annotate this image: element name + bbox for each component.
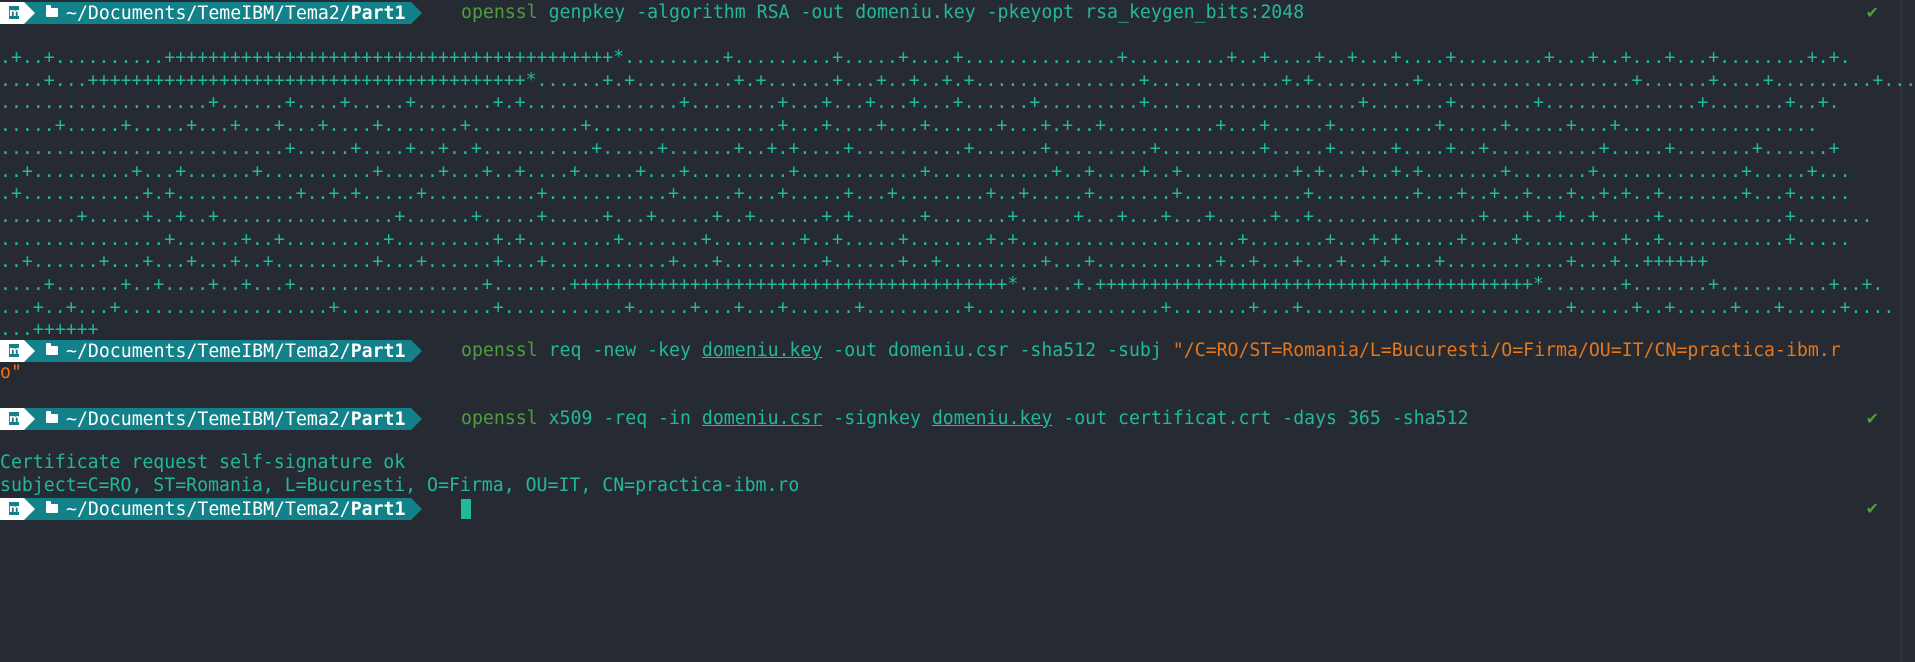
command-args: genpkey -algorithm RSA -out domeniu.key … [537, 2, 1305, 23]
path-leaf: Part1 [350, 408, 406, 430]
output-line: ...+..+...+...................+.........… [0, 296, 1895, 318]
output-line: .......+.....+..+..+................+...… [0, 205, 1873, 227]
text-cursor[interactable] [461, 499, 471, 519]
status-check-icon: ✔ [1865, 499, 1879, 518]
path-segment: ~/Documents/TemeIBM/Tema2/Part1 [24, 498, 412, 520]
os-segment: m [0, 2, 24, 24]
command-name: openssl [461, 2, 538, 23]
output-line: ....+...++++++++++++++++++++++++++++++++… [0, 69, 1915, 91]
terminal-window[interactable]: m ~/Documents/TemeIBM/Tema2/Part1 openss… [0, 0, 1915, 662]
path-prefix: ~/Documents/TemeIBM/Tema2/ [66, 2, 351, 24]
folder-icon [46, 410, 58, 423]
path-prefix: ~/Documents/TemeIBM/Tema2/ [66, 498, 351, 520]
prompt-4: m ~/Documents/TemeIBM/Tema2/Part1 [0, 498, 423, 520]
manjaro-icon: m [9, 412, 21, 425]
command-args: -out domeniu.csr -sha512 -subj [822, 340, 1173, 361]
command-args: -signkey [822, 408, 932, 429]
command-line-1[interactable]: openssl genpkey -algorithm RSA -out dome… [461, 2, 1304, 24]
command-args: -out certificat.crt -days 365 -sha512 [1052, 408, 1469, 429]
command-name: openssl [461, 340, 538, 361]
file-argument: domeniu.key [931, 408, 1053, 429]
prompt-3: m ~/Documents/TemeIBM/Tema2/Part1 [0, 408, 423, 430]
output-line: ..+.........+...+......+..........+.....… [0, 160, 1851, 182]
path-leaf: Part1 [350, 340, 406, 362]
path-prefix: ~/Documents/TemeIBM/Tema2/ [66, 408, 351, 430]
folder-icon [46, 342, 58, 355]
manjaro-icon: m [9, 344, 21, 357]
os-segment: m [0, 408, 24, 430]
folder-icon [46, 500, 58, 513]
output-line: ...................+......+....+.....+..… [0, 92, 1840, 114]
command-args: x509 -req -in [537, 408, 702, 429]
manjaro-icon: m [9, 502, 21, 515]
os-segment: m [0, 498, 24, 520]
command-line-2[interactable]: openssl req -new -key domeniu.key -out d… [461, 340, 1841, 362]
output-line: ....+......+..+....+..+...+.............… [0, 274, 1884, 295]
output-line: .....+.....+.....+...+...+...+....+.....… [0, 115, 1818, 137]
output-line: .+..+..........+++++++++++++++++++++++++… [0, 47, 1851, 68]
output-line: subject=C=RO, ST=Romania, L=Bucuresti, O… [0, 475, 800, 496]
path-segment: ~/Documents/TemeIBM/Tema2/Part1 [24, 408, 412, 430]
command-args: req -new -key [537, 340, 702, 361]
output-line: ..........................+.....+....+..… [0, 137, 1840, 159]
command-line-3[interactable]: openssl x509 -req -in domeniu.csr -signk… [461, 408, 1468, 430]
folder-icon [46, 4, 58, 17]
output-line: ...++++++ [0, 319, 99, 341]
file-argument: domeniu.csr [701, 408, 823, 429]
command-name: openssl [461, 408, 538, 429]
output-line: .+...........+.+...........+..+.+.....+.… [0, 183, 1851, 205]
path-segment: ~/Documents/TemeIBM/Tema2/Part1 [24, 2, 412, 24]
string-argument: "/C=RO/ST=Romania/L=Bucuresti/O=Firma/OU… [1172, 340, 1841, 361]
status-check-icon: ✔ [1865, 409, 1879, 428]
output-line: Certificate request self-signature ok [0, 452, 406, 473]
file-argument: domeniu.key [701, 340, 823, 361]
scrollbar[interactable] [1900, 0, 1903, 662]
status-check-icon: ✔ [1865, 3, 1879, 22]
prompt-1: m ~/Documents/TemeIBM/Tema2/Part1 [0, 2, 423, 24]
prompt-2: m ~/Documents/TemeIBM/Tema2/Part1 [0, 340, 423, 362]
output-line: ..+......+...+...+...+..+.........+...+.… [0, 251, 1709, 273]
path-leaf: Part1 [350, 2, 406, 24]
output-line: ...............+......+..+.........+....… [0, 228, 1851, 250]
path-prefix: ~/Documents/TemeIBM/Tema2/ [66, 340, 351, 362]
manjaro-icon: m [9, 6, 21, 19]
path-segment: ~/Documents/TemeIBM/Tema2/Part1 [24, 340, 412, 362]
command-line-2-wrap: o" [0, 362, 22, 383]
os-segment: m [0, 340, 24, 362]
path-leaf: Part1 [350, 498, 406, 520]
